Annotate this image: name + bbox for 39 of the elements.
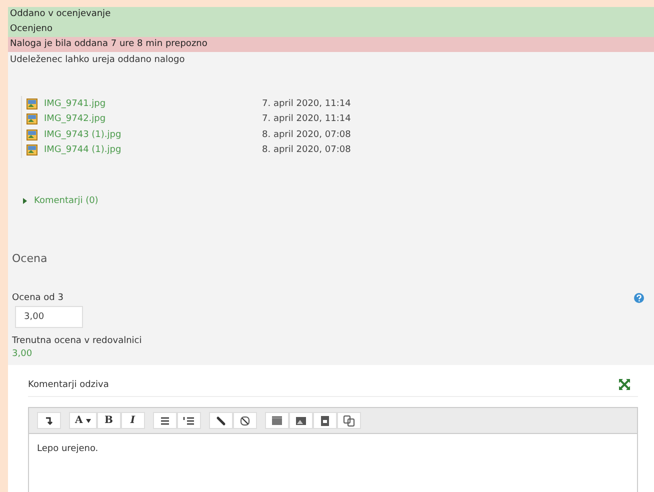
copy-button[interactable] xyxy=(336,412,361,429)
image-button[interactable] xyxy=(288,412,313,429)
bullets-icon xyxy=(158,414,171,426)
file-date: 8. april 2020, 07:08 xyxy=(262,145,351,156)
field-label: Ocena od 3 xyxy=(12,293,64,303)
italic-button[interactable]: I xyxy=(120,412,145,429)
file-date: 8. april 2020, 07:08 xyxy=(262,130,351,140)
current-grade-value: 3,00 xyxy=(12,349,34,359)
image-file-icon xyxy=(26,144,38,156)
current-grade-label: Trenutna ocena v redovalnici xyxy=(12,336,143,346)
media-button[interactable] xyxy=(264,412,289,429)
image-file-icon xyxy=(26,128,38,141)
caret-icon xyxy=(86,418,91,422)
collapse-toolbar-button[interactable] xyxy=(37,412,61,429)
feedback-text: Lepo urejeno. xyxy=(37,444,98,454)
bold-button[interactable]: B xyxy=(96,412,121,429)
help-icon xyxy=(634,293,644,303)
status-banner: Naloga je bila oddana 7 ure 8 min prepozno xyxy=(8,37,654,52)
section-heading: Ocena xyxy=(12,252,48,265)
status-text: Udeleženec lahko ureja oddano nalogo xyxy=(9,54,186,67)
feedback-title: Komentarji odziva xyxy=(28,380,109,390)
numbered-list-button[interactable] xyxy=(176,412,201,429)
copy-icon xyxy=(342,414,355,426)
file-date: 7. april 2020, 11:14 xyxy=(262,114,351,124)
numbers-icon xyxy=(182,414,195,426)
unlink-button[interactable] xyxy=(232,412,257,429)
link-button[interactable] xyxy=(208,412,233,429)
status-banner: Oddano v ocenjevanje xyxy=(8,7,654,22)
image-icon xyxy=(294,414,307,426)
collapse-icon xyxy=(43,414,55,426)
file-date: 7. april 2020, 11:14 xyxy=(262,98,351,109)
file-button[interactable] xyxy=(312,412,337,429)
status-banner: Ocenjeno xyxy=(8,22,654,37)
bullet-list-button[interactable] xyxy=(152,412,177,429)
expand-icon xyxy=(619,379,630,390)
image-file-icon xyxy=(26,113,38,126)
grade-input[interactable]: 3,00 xyxy=(15,306,83,328)
image-file-icon xyxy=(26,98,38,110)
font-style-button[interactable]: A xyxy=(69,412,97,429)
